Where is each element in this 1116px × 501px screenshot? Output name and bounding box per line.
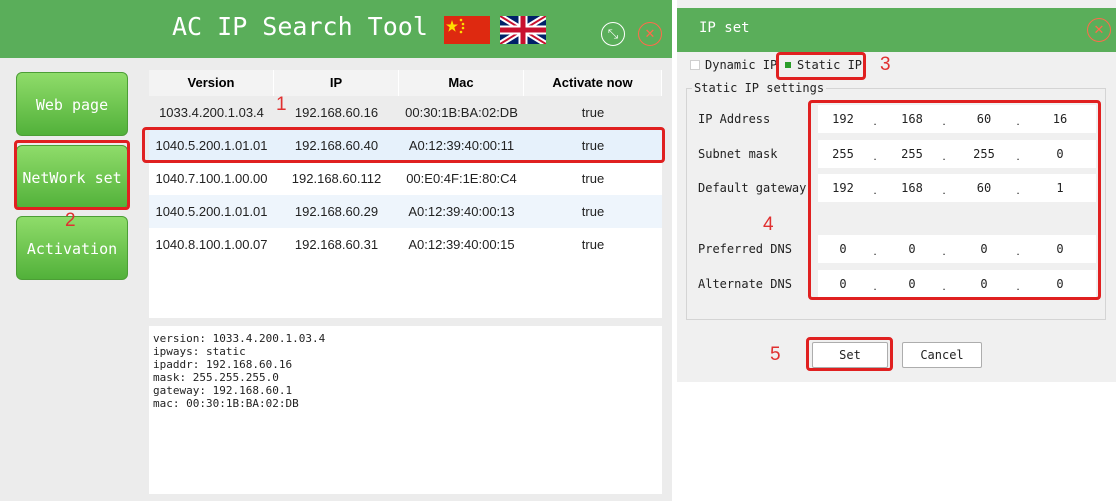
- default-gateway-label: Default gateway: [698, 181, 807, 195]
- group-label: Static IP settings: [692, 81, 827, 95]
- dialog-close-icon[interactable]: ✕: [1087, 18, 1111, 42]
- cell-version: 1040.7.100.1.00.00: [155, 171, 268, 186]
- cell-activate: true: [581, 204, 605, 219]
- highlight-box-network-set: [14, 140, 130, 210]
- info-line: ipaddr: 192.168.60.16: [153, 358, 293, 371]
- column-header-version[interactable]: Version: [149, 70, 274, 96]
- cell-ip: 192.168.60.16: [294, 105, 379, 120]
- info-line: version: 1033.4.200.1.03.4: [153, 332, 326, 345]
- device-table: Version IP Mac Activate now 1033.4.200.1…: [149, 70, 662, 318]
- cell-version: 1033.4.200.1.03.4: [159, 105, 264, 120]
- cell-version: 1040.5.200.1.01.01: [155, 204, 268, 219]
- annotation-number: 4: [763, 214, 774, 235]
- annotation-number: 1: [276, 94, 287, 115]
- dynamic-ip-radio[interactable]: [690, 60, 700, 70]
- table-row[interactable]: 1033.4.200.1.03.4 192.168.60.16 00:30:1B…: [149, 96, 662, 129]
- window-title: AC IP Search Tool: [172, 12, 428, 41]
- column-header-mac[interactable]: Mac: [399, 70, 524, 96]
- cell-mac: 00:30:1B:BA:02:DB: [405, 105, 518, 120]
- cell-ip: 192.168.60.29: [294, 204, 379, 219]
- chinese-flag-icon[interactable]: [444, 16, 490, 44]
- table-row[interactable]: 1040.8.100.1.00.07 192.168.60.31 A0:12:3…: [149, 228, 662, 261]
- cell-mac: A0:12:39:40:00:15: [408, 237, 515, 252]
- highlight-box-row: [142, 127, 665, 163]
- highlight-box-set: [806, 337, 893, 371]
- info-line: mac: 00:30:1B:BA:02:DB: [153, 397, 299, 410]
- cell-activate: true: [581, 237, 605, 252]
- info-line: mask: 255.255.255.0: [153, 371, 279, 384]
- alternate-dns-label: Alternate DNS: [698, 277, 792, 291]
- info-line: ipways: static: [153, 345, 246, 358]
- cell-mac: A0:12:39:40:00:13: [408, 204, 515, 219]
- preferred-dns-label: Preferred DNS: [698, 242, 792, 256]
- cell-ip: 192.168.60.112: [291, 171, 382, 186]
- table-row[interactable]: 1040.5.200.1.01.01 192.168.60.29 A0:12:3…: [149, 195, 662, 228]
- cell-activate: true: [581, 171, 605, 186]
- annotation-number: 3: [880, 54, 891, 75]
- dialog-title-bar: IP set ✕: [677, 8, 1116, 52]
- column-header-ip[interactable]: IP: [274, 70, 399, 96]
- device-info-panel: version: 1033.4.200.1.03.4 ipways: stati…: [149, 326, 662, 494]
- table-row[interactable]: 1040.7.100.1.00.00 192.168.60.112 00:E0:…: [149, 162, 662, 195]
- uk-flag-icon[interactable]: [500, 16, 546, 44]
- ip-address-label: IP Address: [698, 112, 771, 126]
- cell-version: 1040.8.100.1.00.07: [155, 237, 268, 252]
- annotation-number: 2: [65, 210, 76, 231]
- cell-mac: 00:E0:4F:1E:80:C4: [406, 171, 517, 186]
- subnet-mask-label: Subnet mask: [698, 147, 778, 161]
- cell-ip: 192.168.60.31: [294, 237, 379, 252]
- info-line: gateway: 192.168.60.1: [153, 384, 293, 397]
- close-icon[interactable]: ✕: [638, 22, 662, 46]
- dialog-title: IP set: [699, 20, 750, 36]
- web-page-button[interactable]: Web page: [16, 72, 128, 136]
- cancel-button[interactable]: Cancel: [902, 342, 982, 368]
- highlight-box-fields: [808, 100, 1101, 300]
- annotation-number: 5: [770, 344, 781, 365]
- highlight-box-static: [776, 52, 866, 80]
- dynamic-ip-label: Dynamic IP: [705, 58, 778, 72]
- title-bar: AC IP Search Tool ⤡ ✕: [0, 0, 672, 58]
- cell-activate: true: [581, 105, 605, 120]
- column-header-activate[interactable]: Activate now: [524, 70, 662, 96]
- minimize-icon[interactable]: ⤡: [601, 22, 625, 46]
